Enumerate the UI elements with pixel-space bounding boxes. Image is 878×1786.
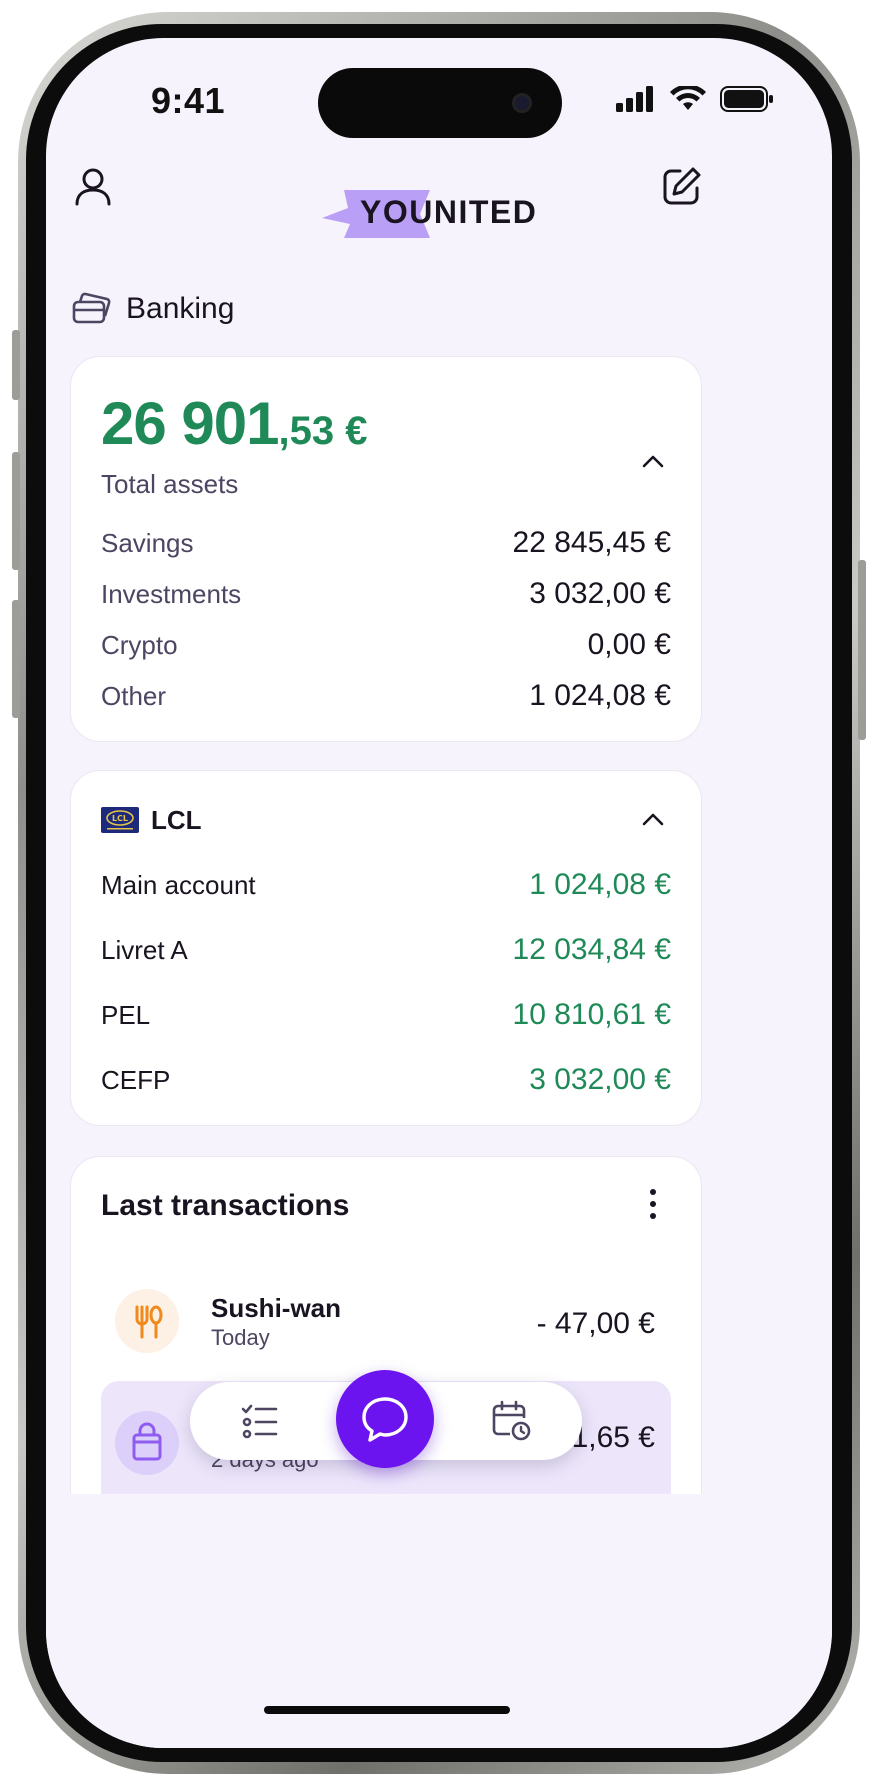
account-balance: 1 024,08 € — [529, 868, 671, 901]
chat-bubble-icon — [362, 1397, 408, 1442]
chevron-up-icon[interactable] — [641, 453, 665, 469]
side-button-action — [12, 330, 20, 400]
lcl-logo: LCL — [101, 807, 139, 833]
account-balance: 3 032,00 € — [529, 1063, 671, 1096]
signal-icon — [616, 86, 653, 112]
transactions-title: Last transactions — [101, 1189, 350, 1222]
asset-label: Other — [101, 680, 167, 711]
account-label: Main account — [101, 869, 256, 900]
camera-icon — [512, 93, 532, 113]
account-row-livret-a[interactable]: Livret A 12 034,84 € — [101, 930, 671, 970]
account-row-cefp[interactable]: CEFP 3 032,00 € — [101, 1060, 671, 1100]
asset-row-other: Other 1 024,08 € — [101, 676, 671, 716]
asset-value: 1 024,08 € — [529, 679, 671, 712]
wifi-icon — [670, 86, 706, 110]
transaction-name: Sushi-wan — [211, 1293, 342, 1323]
logo-text: YOUNITED — [360, 194, 538, 230]
asset-label: Savings — [101, 527, 194, 558]
fork-knife-icon — [135, 1305, 163, 1339]
svg-text:LCL: LCL — [112, 814, 128, 823]
app-screen: 9:41 YOUNITED Banking 26 901,53 € Total … — [46, 38, 832, 1748]
account-row-pel[interactable]: PEL 10 810,61 € — [101, 995, 671, 1035]
chevron-up-icon[interactable] — [641, 811, 665, 827]
total-assets-integer: 26 901 — [101, 390, 280, 457]
battery-icon — [720, 86, 773, 112]
asset-row-investments: Investments 3 032,00 € — [101, 574, 671, 614]
account-row-main[interactable]: Main account 1 024,08 € — [101, 865, 671, 905]
more-vertical-icon[interactable] — [645, 1187, 661, 1221]
account-label: PEL — [101, 999, 151, 1030]
asset-row-crypto: Crypto 0,00 € — [101, 625, 671, 665]
transaction-amount: - 47,00 € — [536, 1307, 655, 1340]
asset-value: 0,00 € — [587, 628, 671, 661]
total-assets-label: Total assets — [101, 469, 239, 499]
total-assets-decimal: ,53 € — [278, 409, 368, 453]
bank-accounts-card: LCL LCL Main account 1 024,08 € Livret A… — [70, 770, 702, 1126]
asset-label: Crypto — [101, 629, 178, 660]
shopping-icon-badge — [115, 1411, 179, 1475]
dynamic-island — [318, 68, 562, 138]
account-balance: 12 034,84 € — [512, 933, 671, 966]
asset-value: 22 845,45 € — [512, 526, 671, 559]
edit-icon[interactable] — [662, 166, 702, 206]
account-label: Livret A — [101, 934, 188, 965]
account-balance: 10 810,61 € — [512, 998, 671, 1031]
wallet-cards-icon — [72, 292, 111, 324]
side-button-power — [858, 560, 866, 740]
profile-icon[interactable] — [72, 166, 114, 208]
status-time: 9:41 — [151, 80, 226, 121]
calendar-clock-icon[interactable] — [490, 1400, 532, 1442]
account-label: CEFP — [101, 1064, 171, 1095]
bank-name: LCL — [151, 805, 202, 835]
chat-button[interactable] — [336, 1370, 434, 1468]
side-button-volume-down — [12, 600, 20, 718]
status-icons — [616, 86, 774, 112]
transaction-date: Today — [211, 1325, 270, 1350]
lcl-logo-mark: LCL — [106, 810, 134, 830]
checklist-icon[interactable] — [240, 1402, 280, 1442]
asset-row-savings: Savings 22 845,45 € — [101, 523, 671, 563]
total-assets-amount: 26 901,53 € — [101, 389, 367, 458]
home-indicator[interactable] — [264, 1706, 510, 1714]
transaction-row[interactable]: Sushi-wan Today - 47,00 € — [101, 1279, 671, 1369]
section-title-banking: Banking — [126, 292, 235, 325]
younited-logo: YOUNITED — [322, 186, 562, 246]
asset-value: 3 032,00 € — [529, 577, 671, 610]
shopping-bag-icon — [132, 1422, 162, 1461]
restaurant-icon-badge — [115, 1289, 179, 1353]
asset-label: Investments — [101, 578, 242, 609]
side-button-volume-up — [12, 452, 20, 570]
transaction-amount: 1,65 € — [571, 1421, 655, 1454]
total-assets-card: 26 901,53 € Total assets Savings 22 845,… — [70, 356, 702, 742]
